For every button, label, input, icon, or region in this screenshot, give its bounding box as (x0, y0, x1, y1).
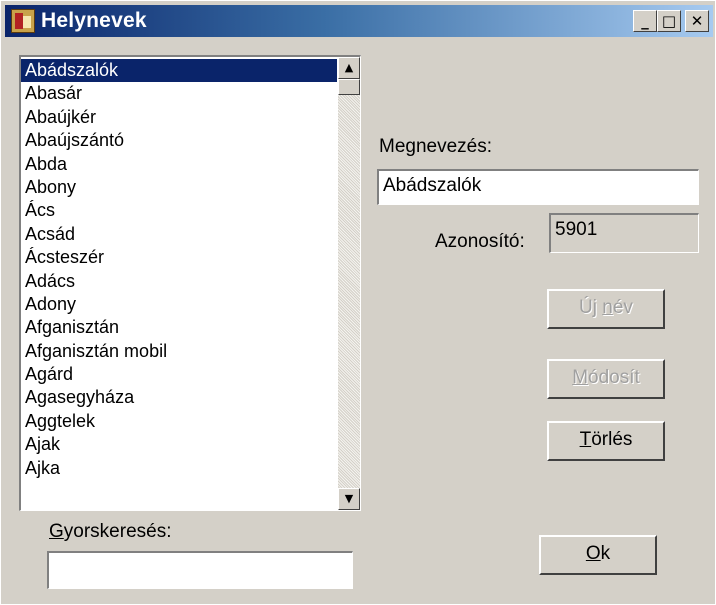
list-item[interactable]: Agárd (21, 363, 337, 386)
list-item[interactable]: Abaújszántó (21, 129, 337, 152)
new-name-button[interactable]: Új név (547, 289, 665, 329)
list-items: Abádszalók Abasár Abaújkér Abaújszántó Abda A… (21, 59, 337, 480)
delete-accel: T (579, 429, 592, 450)
id-label: Azonosító: (435, 231, 525, 252)
place-name-list[interactable]: Abádszalók Abasár Abaújkér Abaújszántó Abda A… (19, 55, 361, 511)
list-item[interactable]: Ajak (21, 433, 337, 456)
helynevek-window: Helynevek _ □ ✕ Abádszalók Abasár Abaújkér… (0, 0, 716, 605)
list-item[interactable]: Ács (21, 199, 337, 222)
list-item[interactable]: Ajka (21, 457, 337, 480)
list-item[interactable]: Abádszalók (21, 59, 337, 83)
id-field: 5901 (549, 213, 699, 253)
modify-label: ódosít (588, 367, 640, 388)
list-item[interactable]: Abaújkér (21, 106, 337, 129)
scroll-down-arrow-icon[interactable]: ▼ (338, 488, 360, 510)
maximize-button[interactable]: □ (657, 10, 681, 32)
list-item[interactable]: Aggtelek (21, 410, 337, 433)
list-item[interactable]: Adács (21, 270, 337, 293)
modify-button[interactable]: Módosít (547, 359, 665, 399)
list-item[interactable]: Adony (21, 293, 337, 316)
ok-label: k (600, 543, 611, 564)
quick-search-label: Gyorskeresés: (49, 521, 171, 543)
name-label: Megnevezés: (379, 136, 493, 157)
new-name-label-a: Új (579, 297, 603, 318)
delete-button[interactable]: Törlés (547, 421, 665, 461)
list-item[interactable]: Abda (21, 153, 337, 176)
close-button[interactable]: ✕ (685, 10, 709, 32)
minimize-button[interactable]: _ (633, 10, 657, 32)
list-item[interactable]: Acsád (21, 223, 337, 246)
list-scrollbar[interactable]: ▲ ▼ (338, 57, 360, 510)
scroll-up-arrow-icon[interactable]: ▲ (338, 57, 360, 79)
quick-search-input[interactable] (47, 551, 353, 589)
window-title: Helynevek (41, 9, 147, 32)
ok-button[interactable]: Ok (539, 535, 657, 575)
ok-accel: O (585, 543, 601, 564)
delete-label: örlés (591, 429, 633, 450)
list-item[interactable]: Agasegyháza (21, 386, 337, 409)
title-bar[interactable]: Helynevek _ □ ✕ (5, 5, 713, 37)
new-name-accel: n (602, 297, 613, 318)
name-input[interactable]: Abádszalók (377, 169, 699, 205)
modify-accel: M (572, 367, 589, 388)
list-item[interactable]: Abony (21, 176, 337, 199)
new-name-label-b: év (612, 297, 633, 318)
list-item[interactable]: Abasár (21, 82, 337, 105)
app-icon (11, 9, 35, 33)
quick-search-label-rest: yorskeresés: (63, 521, 172, 542)
list-item[interactable]: Ácsteszér (21, 246, 337, 269)
list-item[interactable]: Afganisztán mobil (21, 340, 337, 363)
scrollbar-thumb[interactable] (338, 79, 360, 95)
quick-search-accel: G (49, 521, 64, 542)
list-item[interactable]: Afganisztán (21, 316, 337, 339)
